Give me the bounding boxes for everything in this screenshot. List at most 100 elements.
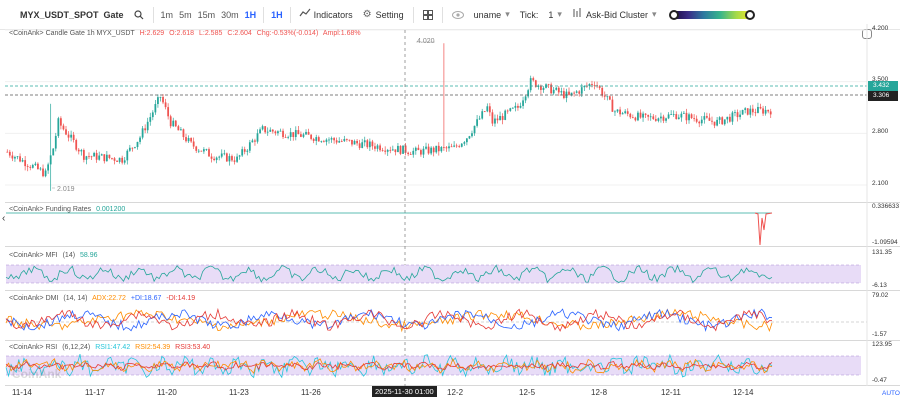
candle-body bbox=[187, 138, 190, 142]
chart-canvas[interactable] bbox=[0, 0, 900, 400]
candle-body bbox=[491, 112, 494, 124]
candle-body bbox=[317, 137, 320, 142]
funding-axis-label: 0.336633 bbox=[872, 203, 900, 210]
candle-body bbox=[501, 116, 504, 120]
candle-body bbox=[282, 130, 284, 138]
candle-body bbox=[208, 149, 210, 157]
crosshair-price-tag: 3.306 bbox=[868, 91, 898, 101]
candle-body bbox=[499, 116, 501, 121]
candle-body bbox=[246, 150, 249, 152]
candle-body bbox=[241, 149, 244, 156]
candle-body bbox=[376, 145, 379, 149]
candle-body bbox=[557, 87, 560, 93]
candle-body bbox=[19, 156, 21, 162]
candle-body bbox=[361, 142, 364, 148]
candle-body bbox=[266, 131, 269, 133]
candle-body bbox=[762, 108, 764, 114]
candle-body bbox=[703, 116, 706, 120]
candle-body bbox=[667, 114, 670, 119]
candle-body bbox=[305, 131, 307, 135]
candle-body bbox=[100, 154, 103, 156]
dmi-axis-label: 79.02 bbox=[872, 292, 889, 299]
candle-body bbox=[739, 114, 741, 118]
candle-body bbox=[603, 95, 606, 97]
candle-body bbox=[532, 78, 535, 81]
candle-body bbox=[310, 134, 313, 139]
candle-body bbox=[157, 97, 159, 105]
candle-body bbox=[261, 126, 264, 130]
candle-body bbox=[652, 116, 655, 119]
candle-body bbox=[583, 85, 586, 88]
candle-body bbox=[238, 155, 241, 157]
candle-body bbox=[351, 139, 353, 145]
candle-body bbox=[47, 164, 50, 171]
candle-body bbox=[575, 91, 578, 93]
candle-body bbox=[49, 155, 52, 165]
collapse-arrow-icon[interactable]: ‹ bbox=[2, 213, 5, 224]
candle-body bbox=[580, 87, 583, 94]
candle-body bbox=[437, 145, 440, 152]
candle-body bbox=[414, 147, 417, 151]
candle-body bbox=[77, 149, 80, 152]
candle-body bbox=[39, 168, 42, 170]
candle-body bbox=[345, 138, 348, 140]
candle-body bbox=[629, 113, 632, 118]
candle-body bbox=[325, 139, 328, 142]
candle-body bbox=[683, 112, 685, 114]
candle-body bbox=[624, 111, 627, 114]
candle-body bbox=[172, 120, 175, 127]
candle-body bbox=[445, 147, 448, 149]
time-axis-label: 12-11 bbox=[661, 388, 681, 397]
candle-body bbox=[473, 125, 476, 134]
candle-body bbox=[384, 150, 387, 152]
candle-body bbox=[529, 78, 532, 91]
candle-body bbox=[60, 118, 62, 126]
candle-body bbox=[425, 146, 427, 149]
candle-body bbox=[606, 96, 609, 98]
candle-body bbox=[578, 91, 581, 94]
candle-body bbox=[218, 156, 221, 158]
rsi2-value: RSI2:54.39 bbox=[135, 344, 171, 351]
candle-body bbox=[764, 109, 767, 114]
candle-body bbox=[228, 156, 231, 162]
candle-body bbox=[72, 134, 75, 140]
candle-body bbox=[88, 156, 90, 158]
candle-body bbox=[292, 132, 295, 138]
candle-body bbox=[82, 150, 85, 160]
candle-body bbox=[481, 111, 484, 119]
candle-body bbox=[713, 121, 716, 126]
candle-body bbox=[11, 155, 14, 159]
candle-body bbox=[654, 118, 657, 121]
candle-body bbox=[555, 87, 558, 90]
candle-body bbox=[121, 157, 124, 163]
dmi-pdi: +DI:18.67 bbox=[130, 295, 162, 302]
candle-body bbox=[519, 105, 522, 108]
candle-body bbox=[647, 114, 650, 117]
candle-body bbox=[754, 112, 757, 114]
candle-body bbox=[215, 157, 218, 161]
candle-low: L:2.585 bbox=[199, 30, 223, 37]
candle-body bbox=[177, 126, 180, 131]
candle-body bbox=[322, 141, 325, 143]
candle-body bbox=[366, 140, 369, 148]
funding-axis-label: -1.09594 bbox=[872, 239, 898, 246]
candle-high: H:2.629 bbox=[139, 30, 165, 37]
candle-body bbox=[113, 158, 116, 161]
candle-amplitude: Ampl:1.68% bbox=[322, 30, 361, 37]
candle-body bbox=[402, 145, 404, 154]
candle-body bbox=[333, 138, 335, 141]
candle-body bbox=[514, 105, 517, 108]
candle-body bbox=[374, 146, 376, 149]
price-axis-label: 4.200 bbox=[872, 25, 889, 32]
candle-body bbox=[44, 170, 47, 177]
candle-body bbox=[547, 84, 550, 86]
time-axis-label: 11-20 bbox=[157, 388, 177, 397]
candle-body bbox=[693, 118, 696, 119]
candle-body bbox=[202, 149, 205, 152]
candle-body bbox=[154, 104, 157, 113]
candle-body bbox=[389, 149, 392, 151]
auto-scale-button[interactable]: AUTO bbox=[882, 390, 900, 397]
candle-body bbox=[458, 146, 461, 147]
candle-body bbox=[721, 117, 724, 125]
candle-body bbox=[312, 138, 315, 141]
